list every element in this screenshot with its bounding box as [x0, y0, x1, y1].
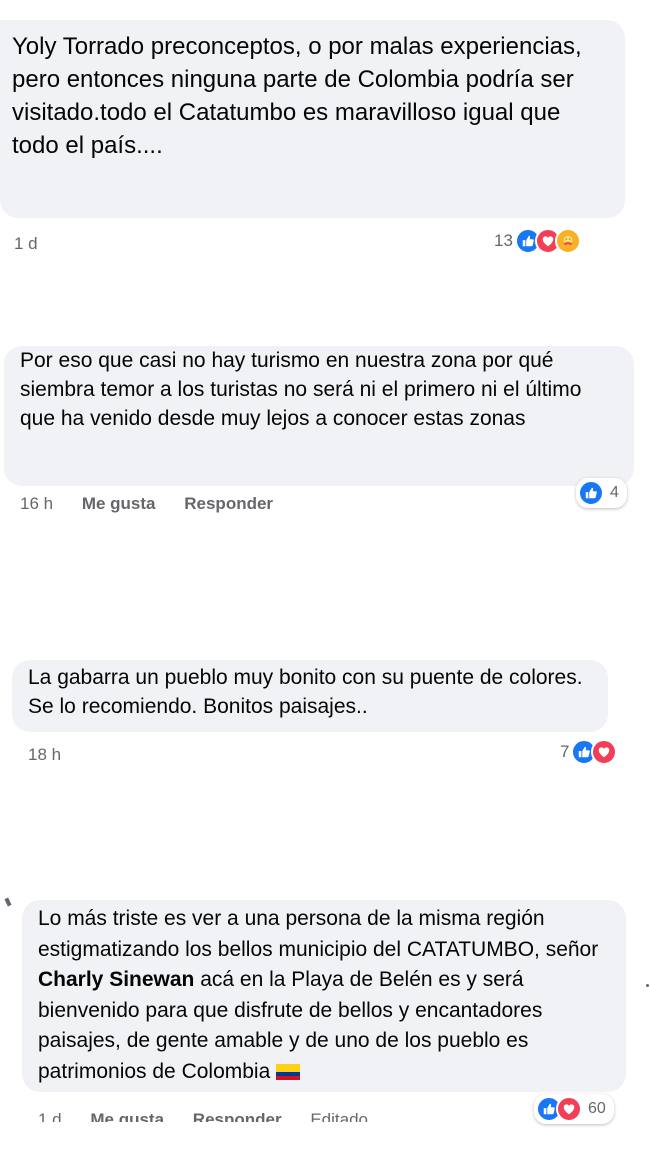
- reaction-summary[interactable]: 4: [576, 478, 627, 508]
- reply-button[interactable]: Responder: [184, 494, 273, 514]
- comment-meta: 18 h: [28, 745, 85, 765]
- reaction-count: 60: [588, 1100, 606, 1117]
- reaction-summary[interactable]: 7: [560, 739, 618, 765]
- comment-time[interactable]: 1 d: [38, 1110, 62, 1122]
- reaction-pill: 4: [576, 478, 627, 508]
- comment-text: La gabarra un pueblo muy bonito con su p…: [28, 666, 583, 718]
- reaction-summary[interactable]: 60: [534, 1094, 614, 1124]
- like-button[interactable]: Me gusta: [82, 494, 156, 514]
- comment-meta: 1 d Me gusta Responder Editado: [38, 1110, 392, 1122]
- like-icon: [578, 480, 604, 506]
- comment-time[interactable]: 18 h: [28, 745, 61, 765]
- comment-bubble: Por eso que casi no hay turismo en nuest…: [4, 346, 634, 486]
- comment-bubble: Lo más triste es ver a una persona de la…: [22, 900, 626, 1092]
- reaction-summary[interactable]: 13: [494, 228, 581, 254]
- comment-text: Yoly Torrado preconceptos, o por malas e…: [12, 33, 582, 159]
- comment-bubble: Yoly Torrado preconceptos, o por malas e…: [0, 20, 625, 218]
- reply-button[interactable]: Responder: [193, 1110, 282, 1122]
- edited-label: Editado: [310, 1110, 368, 1122]
- like-button[interactable]: Me gusta: [90, 1110, 164, 1122]
- colombia-flag-icon: [276, 1063, 301, 1080]
- care-icon: [554, 228, 581, 254]
- comment-meta: 1 d: [14, 234, 62, 254]
- comment-bubble: La gabarra un pueblo muy bonito con su p…: [12, 660, 608, 732]
- reaction-pill: 60: [534, 1094, 614, 1124]
- love-icon: [591, 739, 618, 765]
- reaction-count: 13: [494, 231, 513, 250]
- reaction-count: 4: [610, 484, 619, 501]
- comment-meta: 16 h Me gusta Responder: [20, 494, 297, 514]
- comment-text: Por eso que casi no hay turismo en nuest…: [20, 349, 582, 430]
- comment-text: Lo más triste es ver a una persona de la…: [38, 907, 599, 961]
- comment-time[interactable]: 16 h: [20, 494, 53, 514]
- overflow-dot: [646, 984, 649, 987]
- comment-time[interactable]: 1 d: [14, 234, 38, 254]
- thread-line: [4, 897, 12, 907]
- love-icon: [556, 1096, 582, 1122]
- reaction-count: 7: [560, 742, 570, 761]
- mention-link[interactable]: Charly Sinewan: [38, 968, 194, 991]
